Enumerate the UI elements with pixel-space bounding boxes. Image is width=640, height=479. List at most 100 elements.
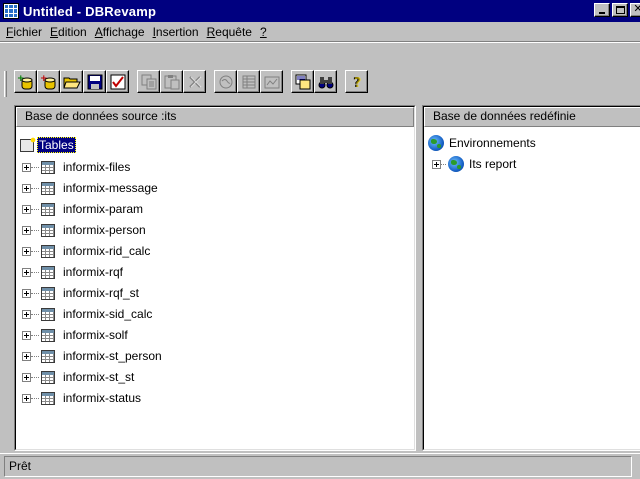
title-bar[interactable]: Untitled - DBRevamp ✕ [0,0,640,22]
target-db-header-label: Base de données redéfinie [433,109,576,123]
target-db-tree-view[interactable]: Base de données redéfinie Environnements… [423,106,640,450]
table-name: informix-param [63,202,144,216]
table-name: informix-rid_calc [63,244,151,258]
table-row[interactable]: informix-message [22,178,158,198]
table-row[interactable]: informix-param [22,199,143,219]
menu-affichage[interactable]: Affichage [93,25,151,39]
open-folder-icon [62,77,81,88]
table-icon [41,181,55,195]
expand-icon[interactable] [22,267,31,277]
add-target-db-button[interactable]: + [37,70,60,93]
window-title: Untitled - DBRevamp [23,3,157,19]
source-tree: Tables informix-files informix-message i… [16,129,414,449]
source-db-header[interactable]: Base de données source :its [16,107,414,127]
paste-button[interactable] [160,70,183,93]
tree-connector [31,334,39,336]
target-db-header[interactable]: Base de données redéfinie [424,107,640,127]
close-button[interactable]: ✕ [630,3,640,17]
table-row[interactable]: informix-sid_calc [22,304,152,324]
expand-icon[interactable] [22,225,31,235]
globe-icon [448,156,464,172]
save-button[interactable] [83,70,106,93]
tree-root-environments[interactable]: Environnements [428,133,536,153]
menu-separator [0,42,640,43]
table-row[interactable]: informix-rid_calc [22,241,150,261]
expand-icon[interactable] [22,330,31,340]
table-row[interactable]: informix-rqf [22,262,123,282]
table-row[interactable]: informix-status [22,388,141,408]
table-row[interactable]: informix-st_person [22,346,162,366]
toolbar-handle[interactable] [4,71,7,97]
table-icon [41,349,55,363]
table-row[interactable]: informix-st_st [22,367,134,387]
environment-icon [219,75,232,88]
table-icon [41,223,55,237]
tree-root-tables[interactable]: Tables [20,135,76,155]
svg-text:+: + [17,74,25,84]
table-row[interactable]: informix-solf [22,325,128,345]
table-name: informix-st_person [63,349,162,363]
tree-connector [31,397,39,399]
minimize-button[interactable] [594,3,610,17]
environment-item[interactable]: Its report [432,154,516,174]
tables-folder-icon [20,135,37,152]
table-properties-button[interactable] [237,70,260,93]
source-db-tree-view[interactable]: Base de données source :its Tables infor… [15,106,415,450]
svg-text:?: ? [354,76,362,90]
expand-icon[interactable] [22,372,31,382]
expand-icon[interactable] [22,162,31,172]
table-name: informix-solf [63,328,128,342]
menu-edition-label: Edition [50,24,87,39]
expand-icon[interactable] [22,288,31,298]
access-key: E [50,24,59,39]
table-icon [41,286,55,300]
tree-connector [31,250,39,252]
table-grid-icon[interactable] [3,3,19,19]
menu-help-label: ? [259,24,267,39]
menu-requete[interactable]: Requête [205,25,258,39]
table-name: informix-person [63,223,146,237]
table-row[interactable]: informix-person [22,220,146,240]
menu-fichier-label: Fichier [6,24,43,39]
table-name: informix-sid_calc [63,307,153,321]
menu-insertion[interactable]: Insertion [151,25,205,39]
close-icon: ✕ [633,3,640,15]
delete-button[interactable] [183,70,206,93]
tree-connector [31,292,39,294]
expand-icon[interactable] [22,246,31,256]
menu-edition[interactable]: Edition [48,25,93,39]
expand-icon[interactable] [22,393,31,403]
menu-help[interactable]: ? [258,25,273,39]
window-controls: ✕ [592,3,640,17]
expand-icon[interactable] [22,351,31,361]
expand-icon[interactable] [22,309,31,319]
target-tree: Environnements Its report [424,129,640,449]
table-icon [41,328,55,342]
menu-affichage-label: Affichage [94,24,145,39]
table-row[interactable]: informix-files [22,157,130,177]
expand-icon[interactable] [22,183,31,193]
expand-icon[interactable] [432,159,441,169]
copy-button[interactable] [137,70,160,93]
report-button[interactable] [260,70,283,93]
expand-icon[interactable] [22,204,31,214]
table-icon [41,244,55,258]
check-button[interactable] [106,70,129,93]
table-properties-icon [242,75,255,88]
reorganize-icon [295,74,310,89]
maximize-button[interactable] [612,3,628,17]
menu-requete-label: Requête [206,24,252,39]
table-row[interactable]: informix-rqf_st [22,283,139,303]
reorganize-button[interactable] [291,70,314,93]
binoculars-button[interactable] [314,70,337,93]
add-source-db-button[interactable]: + [14,70,37,93]
menu-fichier[interactable]: Fichier [4,25,48,39]
status-text: Prêt [9,459,32,473]
help-button[interactable]: ? ? [345,70,368,93]
svg-text:+: + [40,74,48,84]
open-button[interactable] [60,70,83,93]
environments-root-label: Environnements [449,136,536,150]
table-name: informix-status [63,391,142,405]
environment-button[interactable] [214,70,237,93]
minimize-icon [599,12,605,14]
